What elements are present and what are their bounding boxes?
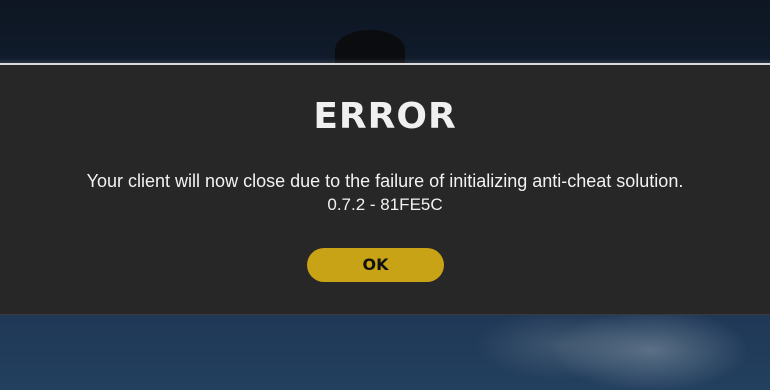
error-dialog: ERROR Your client will now close due to … (0, 63, 770, 315)
dialog-title: ERROR (313, 96, 457, 137)
ok-button[interactable]: OK (307, 248, 444, 282)
version-code: 0.7.2 - 81FE5C (327, 195, 443, 214)
error-message: Your client will now close due to the fa… (86, 171, 684, 191)
game-screen: ERROR Your client will now close due to … (0, 0, 770, 390)
